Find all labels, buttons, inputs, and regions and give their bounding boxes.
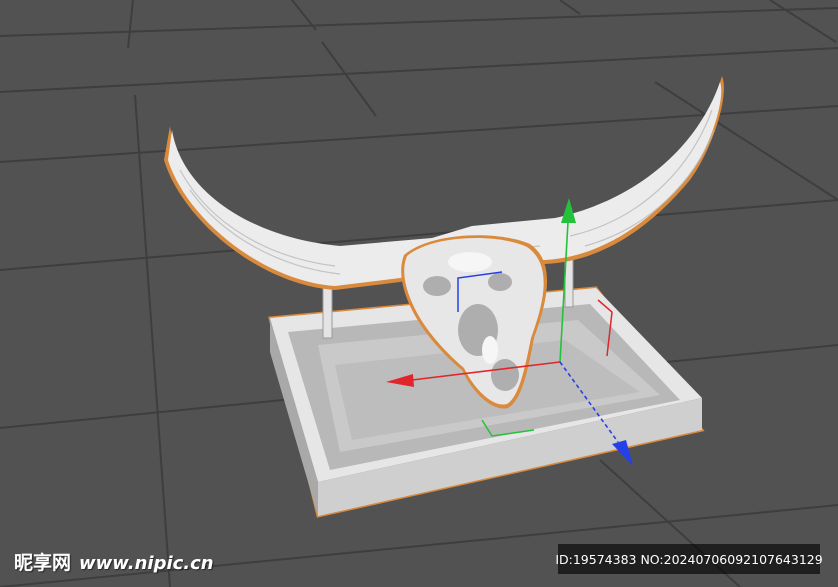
watermark-url: www.nipic.cn: [79, 553, 214, 574]
watermark-brand: 昵享网 www.nipic.cn: [14, 548, 214, 575]
watermark-id-badge: ID:19574383 NO:20240706092107643129: [555, 544, 823, 574]
watermark-brand-name: 昵享网: [14, 552, 72, 574]
3d-viewport[interactable]: [0, 0, 838, 587]
watermark-id-text: ID:19574383 NO:20240706092107643129: [555, 551, 823, 567]
